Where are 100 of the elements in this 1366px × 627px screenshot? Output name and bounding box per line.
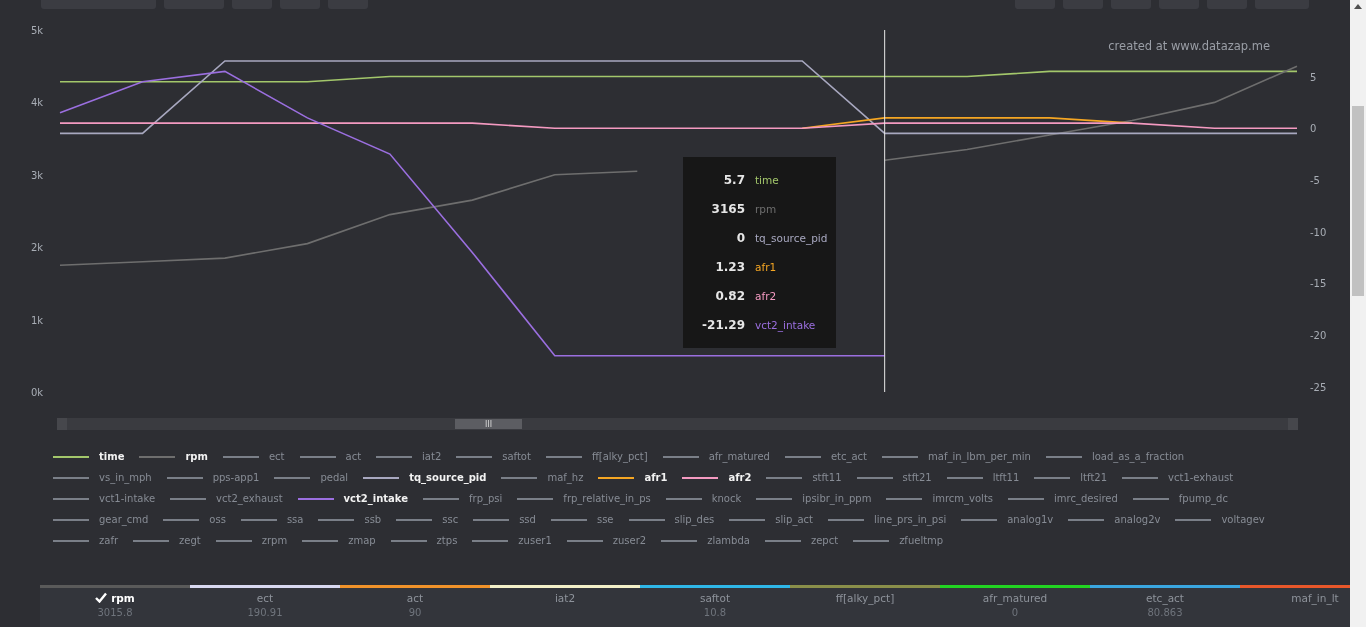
column-value: 0 xyxy=(1011,607,1019,618)
column-value: 190.91 xyxy=(247,607,283,618)
scroll-left-button[interactable] xyxy=(57,418,67,430)
legend-item[interactable]: vct2_exhaust xyxy=(170,493,283,504)
tooltip-value: 5.7 xyxy=(722,172,745,187)
page-scrollbar[interactable] xyxy=(1350,0,1366,627)
legend-item[interactable]: time xyxy=(53,451,125,462)
legend-item[interactable]: vct1-exhaust xyxy=(1122,472,1234,483)
legend-item[interactable]: zafr xyxy=(53,535,118,546)
tooltip-series-name: rpm xyxy=(755,202,778,215)
legend-item[interactable]: oss xyxy=(163,514,226,525)
scroll-thumb[interactable]: III xyxy=(455,419,522,429)
legend-item[interactable]: ltft21 xyxy=(1034,472,1108,483)
scroll-right-button[interactable] xyxy=(1288,418,1298,430)
legend-item[interactable]: zepct xyxy=(764,535,839,546)
legend-item[interactable]: ssd xyxy=(473,514,536,525)
tooltip-series-name: time xyxy=(755,173,780,186)
axis-tick-label: 0 xyxy=(1310,123,1317,135)
legend-item[interactable]: zlambda xyxy=(661,535,750,546)
legend-item[interactable]: ltft11 xyxy=(946,472,1020,483)
legend-item[interactable]: zrpm xyxy=(215,535,288,546)
legend-item[interactable]: vct1-intake xyxy=(53,493,156,504)
legend-item[interactable]: tq_source_pid xyxy=(363,472,487,483)
legend-item[interactable]: vs_in_mph xyxy=(53,472,152,483)
column-header[interactable]: rpm xyxy=(95,588,135,607)
table-column[interactable]: afr_matured 0 xyxy=(940,585,1090,627)
column-value: 90 xyxy=(408,607,422,618)
legend-item[interactable]: rpm xyxy=(139,451,208,462)
axis-tick-label: 0k xyxy=(31,387,44,398)
axis-tick-label: -15 xyxy=(1310,278,1327,290)
tooltip-series-name: afr1 xyxy=(755,261,778,274)
legend-item[interactable]: zfueltmp xyxy=(853,535,944,546)
legend-item[interactable]: afr1 xyxy=(598,472,668,483)
legend-item[interactable]: gear_cmd xyxy=(53,514,149,525)
legend-item[interactable]: ssc xyxy=(396,514,459,525)
axis-tick-label: -5 xyxy=(1310,174,1320,186)
legend-item[interactable]: sse xyxy=(550,514,614,525)
legend-item[interactable]: zegt xyxy=(133,535,201,546)
scroll-up-icon[interactable] xyxy=(1354,4,1362,9)
legend-item[interactable]: analog1v xyxy=(961,514,1054,525)
legend-item[interactable]: saftot xyxy=(456,451,531,462)
legend-item[interactable]: zuser1 xyxy=(472,535,552,546)
chart-scrollbar[interactable]: III xyxy=(57,418,1298,430)
axis-tick-label: -10 xyxy=(1310,226,1327,238)
table-column[interactable]: etc_act 80.863 xyxy=(1090,585,1240,627)
legend-item[interactable]: iat2 xyxy=(376,451,442,462)
legend-item[interactable]: stft21 xyxy=(856,472,932,483)
legend-item[interactable]: zuser2 xyxy=(566,535,647,546)
axis-tick-label: 4k xyxy=(31,97,44,109)
column-value: 10.8 xyxy=(703,607,727,618)
legend-item[interactable]: analog2v xyxy=(1068,514,1161,525)
legend-item[interactable]: frp_relative_in_ps xyxy=(517,493,651,504)
legend-item[interactable]: act xyxy=(299,451,362,462)
legend-item[interactable]: frp_psi xyxy=(423,493,503,504)
column-name: rpm xyxy=(111,591,135,604)
legend-item[interactable]: slip_des xyxy=(628,514,715,525)
legend-item[interactable]: pedal xyxy=(274,472,349,483)
legend-item[interactable]: ipsibr_in_ppm xyxy=(756,493,872,504)
table-column[interactable]: act 90 xyxy=(340,585,490,627)
legend-item[interactable]: vct2_intake xyxy=(297,493,409,504)
tooltip-series-name: tq_source_pid xyxy=(755,231,829,244)
table-column[interactable]: iat2 xyxy=(490,585,640,627)
legend-item[interactable]: ssa xyxy=(240,514,304,525)
credit-text: created at www.datazap.me xyxy=(1108,39,1270,53)
table-column[interactable]: ect 190.91 xyxy=(190,585,340,627)
legend-item[interactable]: maf_hz xyxy=(501,472,584,483)
scroll-thumb[interactable] xyxy=(1352,106,1364,296)
legend-item[interactable]: zmap xyxy=(302,535,376,546)
legend-item[interactable]: afr2 xyxy=(682,472,752,483)
legend-item[interactable]: ztps xyxy=(390,535,458,546)
legend-item[interactable]: maf_in_lbm_per_min xyxy=(882,451,1031,462)
legend-item[interactable]: pps-app1 xyxy=(166,472,260,483)
tooltip-value: 3165 xyxy=(710,201,745,216)
legend-item[interactable]: ff[alky_pct] xyxy=(545,451,648,462)
legend-item[interactable]: knock xyxy=(665,493,742,504)
axis-tick-label: 1k xyxy=(31,314,44,326)
legend-item[interactable]: imrcm_volts xyxy=(886,493,994,504)
axis-tick-label: 5k xyxy=(31,25,44,36)
legend-item[interactable]: afr_matured xyxy=(662,451,770,462)
legend-item[interactable]: slip_act xyxy=(729,514,813,525)
tooltip-value: 1.23 xyxy=(714,260,745,275)
legend-item[interactable]: etc_act xyxy=(784,451,868,462)
axis-tick-label: 5 xyxy=(1310,71,1317,83)
legend-item[interactable]: imrc_desired xyxy=(1008,493,1118,504)
legend-item[interactable]: ssb xyxy=(318,514,382,525)
table-column[interactable]: saftot 10.8 xyxy=(640,585,790,627)
table-column[interactable]: ff[alky_pct] xyxy=(790,585,940,627)
axis-tick-label: 3k xyxy=(31,169,44,181)
axis-tick-label: -20 xyxy=(1310,330,1327,342)
table-column[interactable]: rpm 3015.8 xyxy=(40,585,190,627)
axis-tick-label: -25 xyxy=(1310,381,1327,393)
legend-item[interactable]: ect xyxy=(222,451,285,462)
legend-item[interactable]: line_prs_in_psi xyxy=(828,514,947,525)
tooltip-series-name: vct2_intake xyxy=(755,319,817,332)
legend-item[interactable]: fpump_dc xyxy=(1132,493,1228,504)
legend-item[interactable]: voltagev xyxy=(1175,514,1265,525)
legend-item[interactable]: stft11 xyxy=(766,472,842,483)
column-value: 3015.8 xyxy=(97,607,133,618)
legend-item[interactable]: load_as_a_fraction xyxy=(1045,451,1185,462)
column-value: 80.863 xyxy=(1147,607,1183,618)
